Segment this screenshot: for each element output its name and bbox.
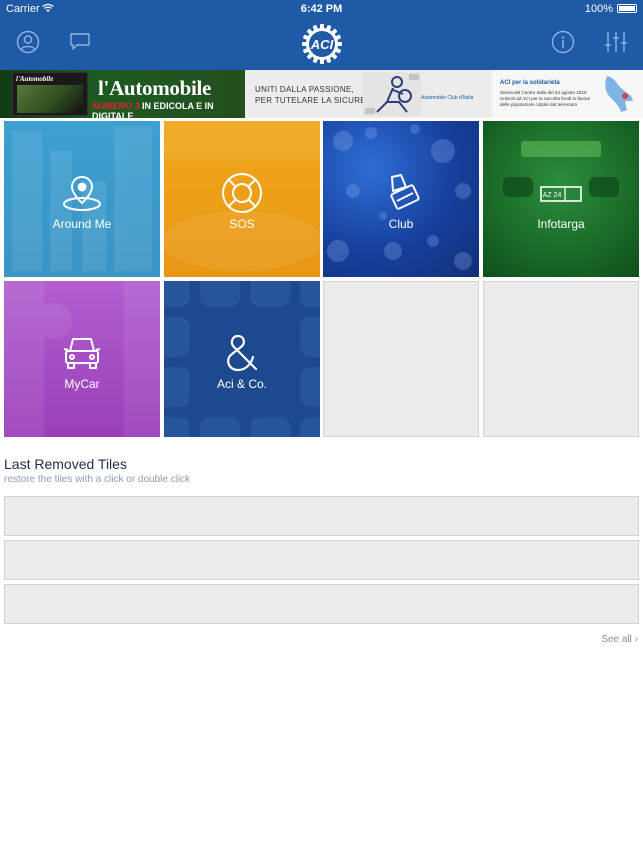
solidarity-body: Sisma del Centro Italia del 24 agosto 20… [500,90,591,107]
battery-percentage: 100% [584,3,613,15]
license-plate-icon: AZ 24 [540,186,582,202]
tile-label: MyCar [64,377,100,391]
empty-tile-slot[interactable] [323,281,479,437]
app-header: Carrier 6:42 PM 100% ACI [0,0,643,70]
ad-banner[interactable]: l'Automobile l'Automobile NUMERO 3 IN ED… [0,70,643,118]
tile-label: Aci & Co. [216,377,267,391]
tile-label: Around Me [52,217,112,231]
magazine-title: l'Automobile [98,76,212,100]
see-all-link[interactable]: See all › [601,634,638,645]
tile-club[interactable]: Club [323,121,479,277]
lifebuoy-icon [222,173,262,213]
italy-map-image [605,76,633,112]
battery-icon [617,4,637,13]
sliders-icon[interactable] [604,30,628,54]
aci-org-label: Automobile Club d'Italia [421,95,474,101]
chat-bubble-icon[interactable] [68,30,92,54]
removed-tile-slot[interactable] [4,584,639,624]
campaign-banner[interactable]: UNITI DALLA PASSIONE, PER TUTELARE LA SI… [245,70,492,118]
solidarity-banner[interactable]: ACI per la solidarietà Sisma del Centro … [492,70,643,118]
tile-mycar[interactable]: MyCar [4,281,160,437]
car-icon [63,338,101,369]
tile-aci-co[interactable]: Aci & Co. [164,281,320,437]
info-icon[interactable] [551,30,575,54]
aci-logo[interactable]: ACI [301,23,343,65]
magazine-cover-title: l'Automobile [16,75,54,83]
status-bar: Carrier 6:42 PM 100% [0,0,643,18]
removed-tile-slot[interactable] [4,496,639,536]
removed-tiles-subtitle: restore the tiles with a click or double… [4,474,191,485]
tile-label: Infotarga [537,217,585,231]
removed-tiles-title: Last Removed Tiles [4,456,127,472]
empty-tile-slot[interactable] [483,281,639,437]
magazine-subtitle: NUMERO 3 IN EDICOLA E IN DIGITALE [92,101,214,118]
user-icon[interactable] [16,30,40,54]
tile-infotarga[interactable]: AZ 24 Infotarga [483,121,639,277]
driver-illustration [363,72,421,116]
clock: 6:42 PM [300,3,343,15]
membership-card-icon [390,174,420,210]
plate-text: AZ 24 [543,192,562,199]
logo-text: ACI [310,37,334,52]
tile-sos[interactable]: SOS [164,121,320,277]
solidarity-title: ACI per la solidarietà [500,80,560,86]
tile-label: Club [388,217,414,231]
magazine-banner[interactable]: l'Automobile l'Automobile NUMERO 3 IN ED… [0,70,245,118]
ampersand-icon [227,334,258,372]
removed-tile-slot[interactable] [4,540,639,580]
tile-around-me[interactable]: Around Me [4,121,160,277]
location-pin-icon [63,175,101,211]
tile-label: SOS [229,217,255,231]
magazine-cover-image: l'Automobile [12,72,88,116]
